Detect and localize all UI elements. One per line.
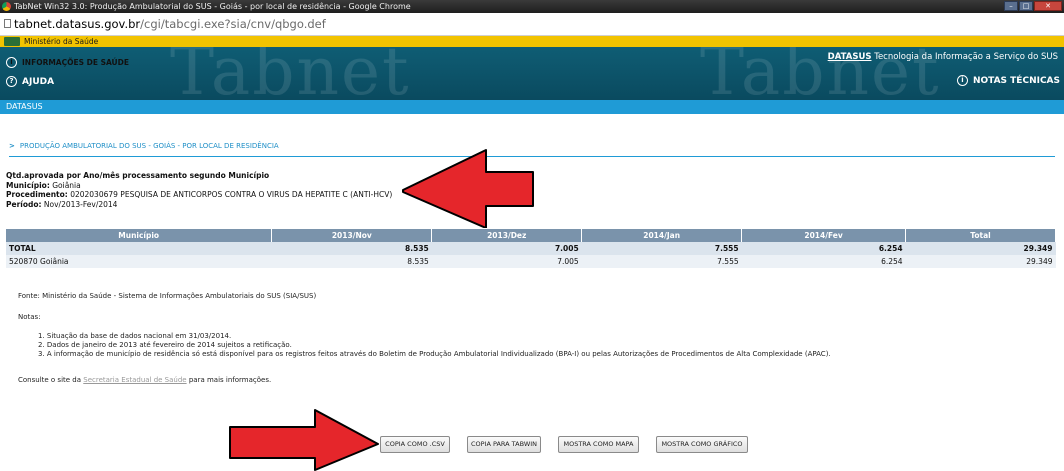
nav-notas-tecnicas[interactable]: i NOTAS TÉCNICAS (956, 75, 1060, 86)
query-procedimento: Procedimento: 0202030679 PESQUISA DE ANT… (6, 190, 393, 199)
page-title: > PRODUÇÃO AMBULATORIAL DO SUS - GOIÁS - … (9, 142, 279, 150)
url-host: tabnet.datasus.gov.br (14, 17, 141, 31)
subbar-label: DATASUS (6, 102, 43, 111)
info-icon: i (956, 75, 968, 86)
page-icon (4, 19, 11, 28)
column-header: 2013/Dez (431, 229, 583, 242)
datasus-subbar: DATASUS (0, 100, 1064, 114)
secretaria-link[interactable]: Secretaria Estadual de Saúde (83, 376, 186, 384)
source-note: Fonte: Ministério da Saúde - Sistema de … (18, 292, 317, 300)
window-title: TabNet Win32 3.0: Produção Ambulatorial … (14, 2, 411, 11)
table-cell: 29.349 (905, 255, 1056, 268)
tabnet-watermark: Tabnet (170, 47, 411, 100)
close-button[interactable]: ✕ (1034, 1, 1062, 11)
query-info: Qtd.aprovada por Ano/mês processamento s… (6, 171, 392, 209)
column-header: Total (905, 229, 1056, 242)
minimize-button[interactable]: – (1004, 1, 1018, 11)
show-map-button[interactable]: MOSTRA COMO MAPA (558, 436, 639, 453)
table-cell: TOTAL (6, 242, 272, 255)
table-header-row: Município 2013/Nov 2013/Dez 2014/Jan 201… (6, 229, 1056, 242)
query-periodo: Período: Nov/2013-Fev/2014 (6, 199, 118, 209)
ministry-bar: Ministério da Saúde (0, 36, 1064, 47)
query-municipio: Município: Goiânia (6, 180, 81, 190)
table-cell: 29.349 (905, 242, 1056, 255)
help-icon: ? (6, 76, 17, 87)
copy-csv-button[interactable]: COPIA COMO .CSV (380, 436, 450, 453)
list-item: 3. A informação de município de residênc… (38, 350, 831, 358)
ministry-label[interactable]: Ministério da Saúde (24, 37, 98, 46)
notes-list: 1. Situação da base de dados nacional em… (38, 332, 831, 359)
column-header: 2013/Nov (271, 229, 433, 242)
annotation-arrow-icon (402, 149, 534, 228)
nav-ajuda-label: AJUDA (22, 76, 55, 87)
table-cell: 7.005 (431, 255, 582, 268)
table-row: 520870 Goiânia 8.535 7.005 7.555 6.254 2… (6, 255, 1056, 268)
column-header: Município (6, 229, 273, 242)
table-cell: 7.005 (431, 242, 582, 255)
table-cell: 7.555 (581, 255, 742, 268)
column-header: 2014/Fev (741, 229, 907, 242)
datasus-tagline-text: Tecnologia da Informação a Serviço do SU… (874, 52, 1058, 62)
page-title-text: PRODUÇÃO AMBULATORIAL DO SUS - GOIÁS - P… (19, 142, 279, 150)
table-cell: 6.254 (741, 255, 906, 268)
table-cell: 520870 Goiânia (6, 255, 272, 268)
table-cell: 8.535 (271, 242, 432, 255)
window-titlebar: TabNet Win32 3.0: Produção Ambulatorial … (0, 0, 1064, 13)
list-item: 1. Situação da base de dados nacional em… (38, 332, 232, 340)
copy-tabwin-button[interactable]: COPIA PARA TABWIN (467, 436, 541, 453)
maximize-button[interactable]: □ (1019, 1, 1033, 11)
datasus-tagline[interactable]: DATASUS Tecnologia da Informação a Servi… (828, 52, 1058, 62)
query-description: Qtd.aprovada por Ano/mês processamento s… (6, 171, 270, 180)
nav-notas-label: NOTAS TÉCNICAS (972, 75, 1060, 86)
url-path: /cgi/tabcgi.exe?sia/cnv/qbgo.def (140, 17, 326, 31)
chevron-right-icon: > (9, 142, 15, 150)
info-icon: i (6, 57, 17, 68)
table-total-row: TOTAL 8.535 7.005 7.555 6.254 29.349 (6, 242, 1056, 255)
nav-informacoes-saude[interactable]: i INFORMAÇÕES DE SAÚDE (6, 57, 129, 68)
annotation-arrow-icon (229, 409, 379, 471)
brazil-flag-icon (4, 37, 20, 46)
site-header: Tabnet Tabnet i INFORMAÇÕES DE SAÚDE ? A… (0, 47, 1064, 100)
table-cell: 6.254 (741, 242, 906, 255)
chrome-icon (2, 2, 11, 11)
table-cell: 8.535 (271, 255, 432, 268)
datasus-brand: DATASUS (827, 52, 872, 62)
notes-heading: Notas: (18, 313, 41, 321)
consulte-note: Consulte o site da Secretaria Estadual d… (18, 376, 272, 384)
column-header: 2014/Jan (581, 229, 743, 242)
nav-ajuda[interactable]: ? AJUDA (6, 76, 54, 87)
window-controls: – □ ✕ (1004, 1, 1062, 11)
nav-informacoes-label: INFORMAÇÕES DE SAÚDE (22, 57, 129, 67)
show-chart-button[interactable]: MOSTRA COMO GRÁFICO (656, 436, 748, 453)
table-cell: 7.555 (581, 242, 742, 255)
address-bar[interactable]: tabnet.datasus.gov.br/cgi/tabcgi.exe?sia… (0, 13, 1064, 36)
results-table: Município 2013/Nov 2013/Dez 2014/Jan 201… (6, 229, 1056, 268)
list-item: 2. Dados de janeiro de 2013 até fevereir… (38, 341, 292, 349)
